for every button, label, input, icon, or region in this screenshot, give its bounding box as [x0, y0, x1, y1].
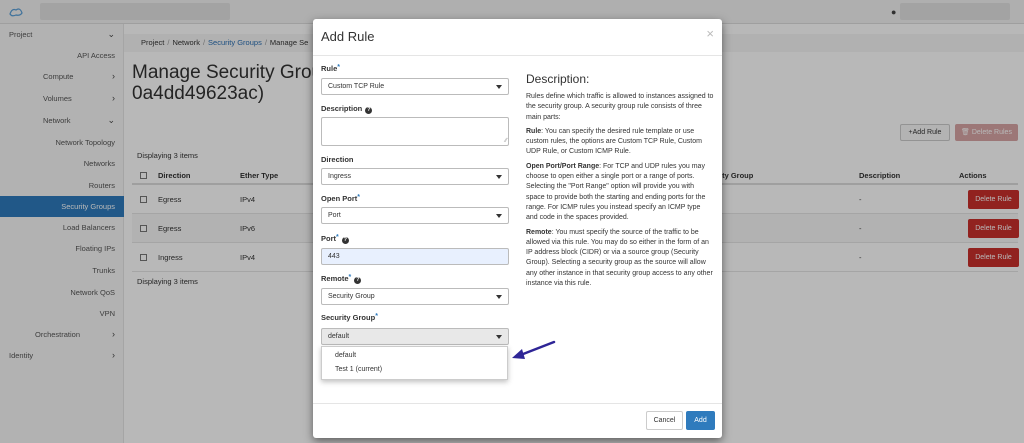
remote-label-text: Remote — [321, 274, 349, 283]
rule-label-text: Rule — [321, 64, 338, 73]
open-port-label-text: Open Port — [321, 194, 358, 203]
port-input[interactable]: 443 — [321, 248, 509, 265]
help-icon[interactable]: ? — [341, 237, 349, 244]
rule-select-value: Custom TCP Rule — [328, 83, 385, 90]
open-port-select-value: Port — [328, 212, 341, 219]
modal-title: Add Rule — [321, 29, 375, 44]
description-label-text: Description — [321, 104, 363, 113]
required-mark: * — [357, 194, 360, 201]
description-remote-text: : You must specify the source of the tra… — [526, 228, 713, 288]
rule-select[interactable]: Custom TCP Rule — [321, 78, 509, 95]
remote-select-value: Security Group — [328, 293, 375, 300]
security-group-select-value: default — [328, 333, 350, 340]
description-remote-title: Remote — [526, 228, 552, 236]
required-mark: * — [375, 313, 378, 320]
caret-down-icon — [496, 214, 502, 218]
modal-footer-divider — [313, 403, 722, 404]
caret-down-icon — [496, 175, 502, 179]
port-label-text: Port — [321, 234, 336, 243]
help-icon[interactable]: ? — [354, 277, 362, 284]
description-port-text: : For TCP and UDP rules you may choose t… — [526, 162, 706, 222]
arrow-annotation — [512, 340, 556, 359]
caret-down-icon — [496, 85, 502, 89]
description-rule-text: : You can specify the desired rule templ… — [526, 127, 702, 156]
dropdown-option-test-1[interactable]: Test 1 (current) — [335, 366, 382, 373]
rule-label: Rule* — [321, 64, 340, 73]
security-group-select[interactable]: default — [321, 328, 509, 345]
caret-down-icon — [496, 335, 502, 339]
description-intro-text: Rules define which traffic is allowed to… — [526, 93, 714, 121]
open-port-select[interactable]: Port — [321, 207, 509, 224]
remote-label: Remote* ? — [321, 274, 362, 284]
description-intro: Rules define which traffic is allowed to… — [526, 92, 714, 123]
modal-header-divider — [313, 55, 722, 56]
description-heading: Description: — [526, 72, 590, 86]
description-label: Description ? — [321, 104, 373, 114]
add-button[interactable]: Add — [686, 411, 715, 430]
remote-select[interactable]: Security Group — [321, 288, 509, 305]
help-icon[interactable]: ? — [365, 107, 373, 114]
description-textarea[interactable]: ∕∕ — [321, 117, 509, 146]
open-port-label: Open Port* — [321, 194, 360, 203]
add-rule-modal: Add Rule × Rule* Custom TCP Rule Descrip… — [313, 19, 722, 438]
caret-down-icon — [496, 295, 502, 299]
description-port: Open Port/Port Range: For TCP and UDP ru… — [526, 162, 714, 224]
security-group-label-text: Security Group — [321, 313, 376, 322]
port-input-value: 443 — [328, 253, 340, 260]
direction-select-value: Ingress — [328, 173, 351, 180]
direction-label-text: Direction — [321, 155, 354, 164]
description-panel: Description: Rules define which traffic … — [526, 72, 714, 293]
security-group-label: Security Group* — [321, 313, 378, 322]
required-mark: * — [337, 64, 340, 71]
required-mark: * — [348, 274, 352, 281]
description-rule-title: Rule — [526, 127, 542, 135]
description-port-title: Open Port/Port Range — [526, 162, 600, 170]
close-icon[interactable]: × — [706, 26, 714, 41]
description-rule: Rule: You can specify the desired rule t… — [526, 127, 714, 158]
port-label: Port* ? — [321, 234, 349, 244]
resize-handle-icon[interactable]: ∕∕ — [505, 138, 507, 144]
security-group-dropdown: default Test 1 (current) — [321, 346, 508, 380]
cancel-button[interactable]: Cancel — [646, 411, 683, 430]
direction-label: Direction — [321, 155, 354, 164]
required-mark: * — [336, 234, 339, 241]
description-remote: Remote: You must specify the source of t… — [526, 228, 714, 290]
direction-select[interactable]: Ingress — [321, 168, 509, 185]
dropdown-option-default[interactable]: default — [335, 352, 356, 359]
